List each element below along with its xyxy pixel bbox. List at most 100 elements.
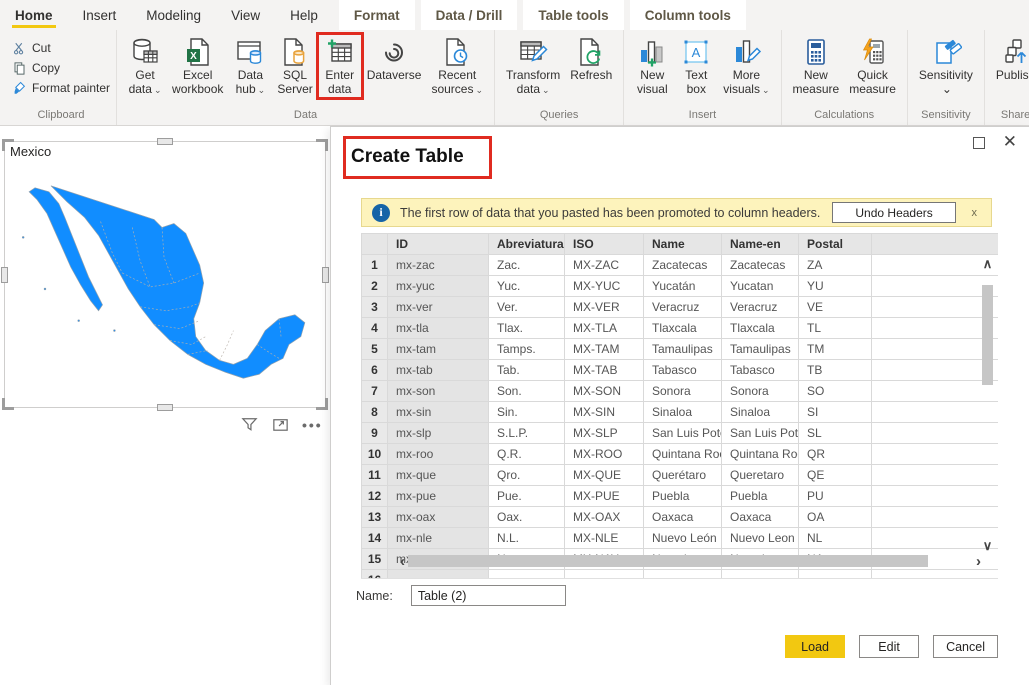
- resize-handle-top[interactable]: [157, 138, 173, 145]
- table-cell[interactable]: Veracruz: [722, 297, 799, 318]
- table-cell[interactable]: MX-ZAC: [565, 255, 644, 276]
- column-header[interactable]: Name: [644, 234, 722, 255]
- table-cell[interactable]: MX-NLE: [565, 528, 644, 549]
- edit-button[interactable]: Edit: [859, 635, 919, 658]
- clipboard-item-format-painter[interactable]: Format painter: [12, 78, 110, 98]
- mexico-map[interactable]: [5, 162, 325, 404]
- table-cell[interactable]: mx-oax: [388, 507, 489, 528]
- resize-corner-bottom-left[interactable]: [2, 398, 14, 410]
- tab-insert[interactable]: Insert: [68, 0, 132, 30]
- dialog-close-icon[interactable]: ✕: [1003, 132, 1017, 152]
- table-cell[interactable]: Querétaro: [644, 465, 722, 486]
- table-cell[interactable]: Oaxaca: [644, 507, 722, 528]
- table-cell[interactable]: MX-SIN: [565, 402, 644, 423]
- table-cell[interactable]: SI: [799, 402, 872, 423]
- table-cell[interactable]: SL: [799, 423, 872, 444]
- table-cell[interactable]: Son.: [489, 381, 565, 402]
- table-cell[interactable]: mx-ver: [388, 297, 489, 318]
- table-cell[interactable]: PU: [799, 486, 872, 507]
- ribbon-button-text-box[interactable]: ATextbox: [674, 34, 718, 98]
- scroll-right-icon[interactable]: ›: [973, 555, 984, 568]
- table-cell[interactable]: Queretaro: [722, 465, 799, 486]
- table-cell[interactable]: QR: [799, 444, 872, 465]
- ribbon-button-dataverse[interactable]: Dataverse: [362, 34, 427, 84]
- scroll-up-icon[interactable]: ∧: [983, 257, 993, 271]
- table-cell[interactable]: mx-tab: [388, 360, 489, 381]
- tab-home[interactable]: Home: [0, 0, 68, 30]
- table-cell[interactable]: Tlaxcala: [722, 318, 799, 339]
- table-cell[interactable]: SO: [799, 381, 872, 402]
- table-cell[interactable]: TB: [799, 360, 872, 381]
- tab-help[interactable]: Help: [275, 0, 333, 30]
- cancel-button[interactable]: Cancel: [933, 635, 998, 658]
- ribbon-button-publish[interactable]: Publish: [991, 34, 1029, 84]
- table-cell[interactable]: Quintana Roo: [722, 444, 799, 465]
- table-cell[interactable]: San Luis Potosi: [722, 423, 799, 444]
- table-cell[interactable]: Oax.: [489, 507, 565, 528]
- table-cell[interactable]: Zacatecas: [722, 255, 799, 276]
- table-cell[interactable]: mx-pue: [388, 486, 489, 507]
- table-cell[interactable]: mx-que: [388, 465, 489, 486]
- table-cell[interactable]: mx-son: [388, 381, 489, 402]
- table-cell[interactable]: mx-roo: [388, 444, 489, 465]
- table-cell[interactable]: Ver.: [489, 297, 565, 318]
- table-cell[interactable]: Yucatan: [722, 276, 799, 297]
- ribbon-button-transform-data[interactable]: Transformdata⌄: [501, 34, 565, 99]
- table-cell[interactable]: QE: [799, 465, 872, 486]
- ribbon-button-data-hub[interactable]: Datahub⌄: [228, 34, 272, 99]
- table-cell[interactable]: MX-PUE: [565, 486, 644, 507]
- dialog-maximize-icon[interactable]: [973, 137, 985, 149]
- table-cell[interactable]: Sonora: [722, 381, 799, 402]
- table-cell[interactable]: ZA: [799, 255, 872, 276]
- table-cell[interactable]: mx-tam: [388, 339, 489, 360]
- table-cell[interactable]: Yuc.: [489, 276, 565, 297]
- table-cell[interactable]: Zacatecas: [644, 255, 722, 276]
- table-cell[interactable]: Puebla: [722, 486, 799, 507]
- table-cell[interactable]: Zac.: [489, 255, 565, 276]
- table-cell[interactable]: MX-TAB: [565, 360, 644, 381]
- table-cell[interactable]: Tamaulipas: [722, 339, 799, 360]
- column-header[interactable]: ID: [388, 234, 489, 255]
- table-cell[interactable]: MX-QUE: [565, 465, 644, 486]
- clipboard-item-copy[interactable]: Copy: [12, 58, 110, 78]
- table-cell[interactable]: Sin.: [489, 402, 565, 423]
- clipboard-item-cut[interactable]: Cut: [12, 38, 110, 58]
- table-cell[interactable]: MX-TAM: [565, 339, 644, 360]
- resize-corner-top-left[interactable]: [2, 139, 14, 151]
- table-cell[interactable]: Sonora: [644, 381, 722, 402]
- table-cell[interactable]: VE: [799, 297, 872, 318]
- scroll-left-icon[interactable]: ‹: [397, 555, 408, 568]
- table-cell[interactable]: Tabasco: [722, 360, 799, 381]
- table-cell[interactable]: Oaxaca: [722, 507, 799, 528]
- focus-mode-icon[interactable]: [271, 415, 290, 434]
- vertical-scroll-thumb[interactable]: [982, 285, 993, 385]
- table-cell[interactable]: N.L.: [489, 528, 565, 549]
- table-cell[interactable]: Puebla: [644, 486, 722, 507]
- filter-icon[interactable]: [240, 415, 259, 434]
- table-cell[interactable]: mx-slp: [388, 423, 489, 444]
- table-cell[interactable]: Veracruz: [644, 297, 722, 318]
- table-cell[interactable]: mx-yuc: [388, 276, 489, 297]
- ribbon-button-new-visual[interactable]: Newvisual: [630, 34, 674, 98]
- tab-format[interactable]: Format: [339, 0, 415, 30]
- resize-corner-top-right[interactable]: [316, 139, 328, 151]
- table-cell[interactable]: MX-TLA: [565, 318, 644, 339]
- table-cell[interactable]: NL: [799, 528, 872, 549]
- table-cell[interactable]: MX-VER: [565, 297, 644, 318]
- resize-corner-bottom-right[interactable]: [316, 398, 328, 410]
- resize-handle-left[interactable]: [1, 267, 8, 283]
- table-cell[interactable]: Tlax.: [489, 318, 565, 339]
- table-cell[interactable]: Tabasco: [644, 360, 722, 381]
- tab-column-tools[interactable]: Column tools: [630, 0, 746, 30]
- table-cell[interactable]: Tab.: [489, 360, 565, 381]
- table-cell[interactable]: MX-ROO: [565, 444, 644, 465]
- table-cell[interactable]: San Luis Potosí: [644, 423, 722, 444]
- ribbon-button-recent-sources[interactable]: Recentsources⌄: [426, 34, 488, 99]
- table-cell[interactable]: Tlaxcala: [644, 318, 722, 339]
- table-cell[interactable]: Tamaulipas: [644, 339, 722, 360]
- table-cell[interactable]: Quintana Roo: [644, 444, 722, 465]
- map-visual-container[interactable]: Mexico: [4, 141, 326, 408]
- table-cell[interactable]: Nuevo Leon: [722, 528, 799, 549]
- table-cell[interactable]: MX-OAX: [565, 507, 644, 528]
- resize-handle-bottom[interactable]: [157, 404, 173, 411]
